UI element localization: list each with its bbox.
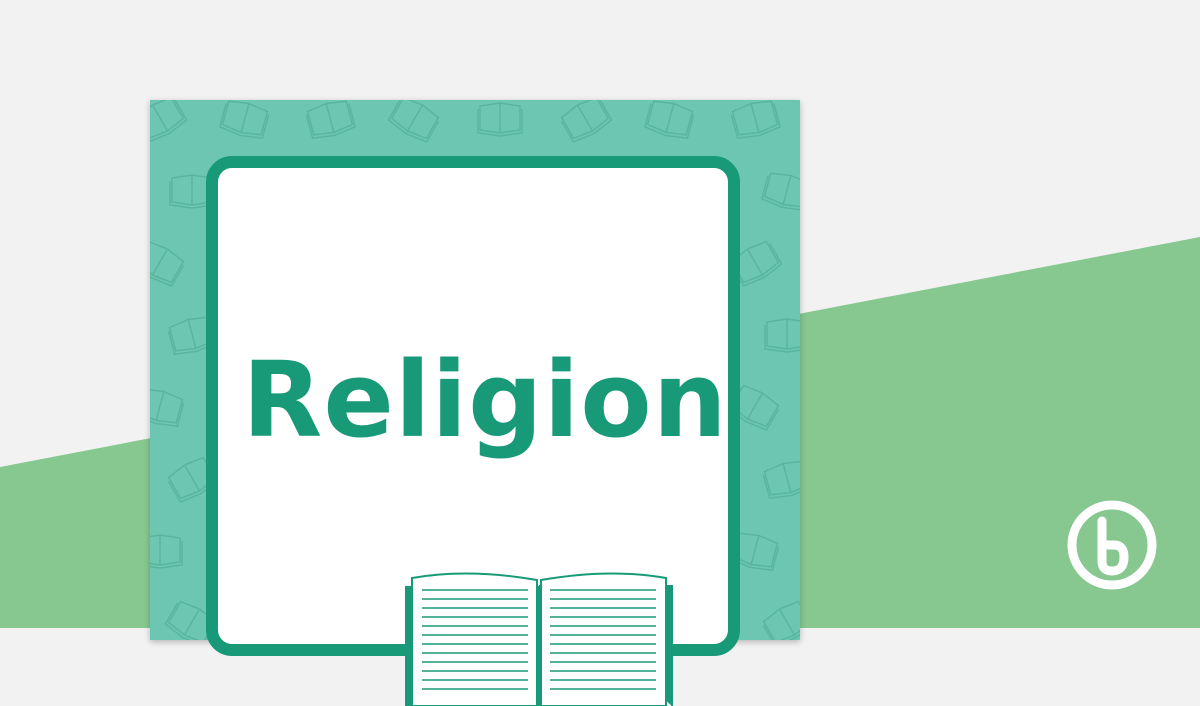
open-book-icon — [405, 572, 673, 706]
poster: Religion — [150, 100, 800, 706]
poster-title: Religion — [242, 339, 728, 461]
title-card: Religion — [206, 156, 740, 706]
teach-starter-logo-icon — [1067, 500, 1157, 590]
